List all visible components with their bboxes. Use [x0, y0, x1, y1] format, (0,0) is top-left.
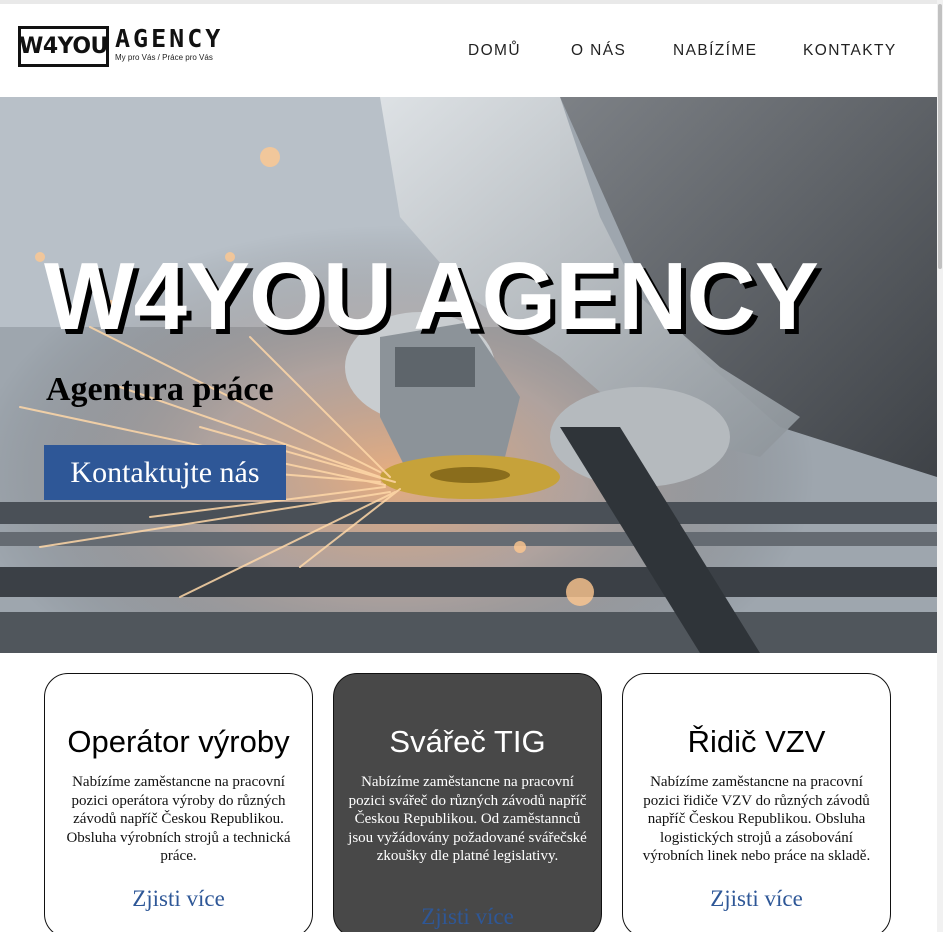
card-more-link[interactable]: Zjisti více — [45, 886, 312, 912]
card-title: Svářeč TIG — [389, 724, 546, 759]
logo-wordmark: AGENCY — [115, 24, 224, 53]
card-title: Operátor výroby — [67, 724, 290, 759]
page-scrollbar[interactable] — [937, 0, 943, 932]
card-more-link[interactable]: Zjisti více — [334, 904, 601, 930]
nav-item-o-nas[interactable]: O NÁS — [571, 42, 626, 60]
logo-text: AGENCY My pro Vás / Práce pro Vás — [115, 26, 223, 63]
site-header: W4YOU AGENCY My pro Vás / Práce pro Vás … — [0, 4, 937, 97]
card-more-link[interactable]: Zjisti více — [623, 886, 890, 912]
contact-button[interactable]: Kontaktujte nás — [44, 445, 286, 500]
hero-title: W4YOU AGENCY — [44, 243, 819, 350]
service-card-forklift: Řidič VZV Nabízíme zaměstancne na pracov… — [622, 673, 891, 932]
logo[interactable]: W4YOU AGENCY My pro Vás / Práce pro Vás — [18, 26, 223, 68]
scrollbar-thumb[interactable] — [938, 4, 942, 269]
nav-item-kontakty[interactable]: KONTAKTY — [803, 42, 897, 60]
service-card-operator: Operátor výroby Nabízíme zaměstancne na … — [44, 673, 313, 932]
hero-banner: W4YOU AGENCY Agentura práce Kontaktujte … — [0, 97, 937, 653]
logo-mark: W4YOU — [18, 26, 109, 67]
card-title: Řidič VZV — [687, 724, 826, 759]
nav-item-domu[interactable]: DOMŮ — [468, 42, 521, 60]
card-description: Nabízíme zaměstancne na pracovní pozici … — [642, 774, 871, 864]
card-description: Nabízíme zaměstancne na pracovní pozici … — [66, 774, 291, 864]
card-description: Nabízíme zaměstancne na pracovní pozici … — [348, 774, 587, 864]
service-card-welder: Svářeč TIG Nabízíme zaměstancne na praco… — [333, 673, 602, 932]
logo-tagline: My pro Vás / Práce pro Vás — [115, 53, 213, 62]
hero-subtitle: Agentura práce — [46, 371, 274, 408]
nav-item-nabizime[interactable]: NABÍZÍME — [673, 42, 757, 60]
